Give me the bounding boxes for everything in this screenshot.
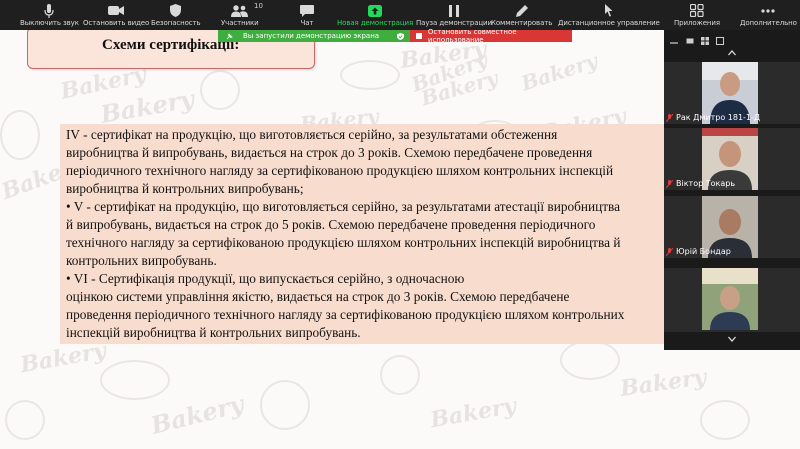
participant-tile[interactable]: Віктор Токарь <box>664 128 800 190</box>
slide-text-line: проведення періодичного технічного нагля… <box>66 307 625 322</box>
remote-control-label: Дистанционное управление <box>558 19 660 27</box>
chat-label: Чат <box>300 19 314 27</box>
stop-share-label: Остановить совместное использование <box>427 28 517 44</box>
bakery-doodle-shape <box>200 70 240 110</box>
participant-video <box>702 268 758 330</box>
pause-share-label: Пауза демонстрации <box>416 19 492 27</box>
participant-tile[interactable]: Юрій Бондар <box>664 196 800 258</box>
slide-text-line: періодичного технічного нагляду за серти… <box>66 163 614 178</box>
bakery-doodle: Bakery <box>428 392 519 434</box>
security-button[interactable]: Безопасность <box>151 0 201 30</box>
participants-icon <box>230 3 250 18</box>
chat-icon <box>297 3 317 18</box>
gallery-header <box>664 30 800 52</box>
slide-bullet-line: • V - сертифікат на продукцію, що вигото… <box>66 199 621 214</box>
muted-mic-icon <box>666 247 673 256</box>
more-label: Дополнительно <box>740 19 797 27</box>
bakery-doodle-shape <box>340 60 400 90</box>
bakery-doodle-shape <box>560 340 620 380</box>
remote-control-icon <box>599 3 619 18</box>
slide-text-line: й випробувань, видається на строк до 5 р… <box>66 217 596 232</box>
participant-name: Віктор Токарь <box>666 179 735 188</box>
speaker-view-icon[interactable] <box>686 37 694 45</box>
slide-bullet-line: • VI - Сертифікація продукції, що випуск… <box>66 271 465 286</box>
slide-text-box: IV - сертифікат на продукцію, що виготов… <box>60 124 680 344</box>
bakery-doodle: Bakery <box>147 389 247 440</box>
slide-text-line: IV - сертифікат на продукцію, що виготов… <box>66 127 558 142</box>
stop-video-button[interactable]: Остановить видео <box>83 0 149 30</box>
meeting-toolbar: Выключить звук Остановить видео Безопасн… <box>0 0 800 30</box>
pause-share-button[interactable]: Пауза демонстрации <box>416 0 492 30</box>
slide-text-line: технічного нагляду за сертифікованою про… <box>66 235 621 250</box>
share-status-bar: Вы запустили демонстрацию экрана Останов… <box>218 28 572 44</box>
stop-share-button[interactable]: Остановить совместное использование <box>410 28 572 44</box>
scroll-up-chevron-icon[interactable] <box>728 50 736 56</box>
strip-view-icon[interactable] <box>716 37 724 45</box>
slide-text-line: контрольних випробувань. <box>66 253 217 268</box>
apps-label: Приложения <box>674 19 720 27</box>
minimize-icon[interactable] <box>670 37 678 45</box>
bakery-doodle: Bakery <box>618 364 708 402</box>
bakery-doodle-shape <box>260 380 310 430</box>
video-gallery-panel: Рак Дмитро 181-1-Д Віктор Токарь Юрій Бо… <box>664 30 800 350</box>
microphone-icon <box>39 3 59 18</box>
bakery-doodle-shape <box>100 360 170 400</box>
shield-check-icon <box>397 32 404 40</box>
muted-mic-icon <box>666 179 673 188</box>
more-icon <box>758 3 778 18</box>
participants-label: Участники <box>221 19 259 27</box>
share-status-indicator: Вы запустили демонстрацию экрана <box>218 30 410 42</box>
bakery-doodle-shape <box>380 355 420 395</box>
bakery-doodle-shape <box>5 400 45 440</box>
mute-button[interactable]: Выключить звук <box>20 0 79 30</box>
pin-icon[interactable] <box>226 32 233 40</box>
apps-button[interactable]: Приложения <box>674 0 720 30</box>
muted-mic-icon <box>666 113 673 122</box>
annotate-button[interactable]: Комментировать <box>491 0 552 30</box>
new-share-label: Новая демонстрация <box>337 19 414 27</box>
bakery-doodle-shape <box>700 400 750 440</box>
remote-control-button[interactable]: Дистанционное управление <box>558 0 660 30</box>
participant-name: Юрій Бондар <box>666 247 731 256</box>
video-camera-icon <box>106 3 126 18</box>
bakery-doodle-shape <box>0 110 40 160</box>
participant-tile[interactable]: Рак Дмитро 181-1-Д <box>664 62 800 124</box>
participants-count-badge: 10 <box>254 2 263 10</box>
mute-label: Выключить звук <box>20 19 79 27</box>
slide-text-line: виробництва й випробувань, видається на … <box>66 145 593 160</box>
apps-icon <box>687 3 707 18</box>
more-button[interactable]: Дополнительно <box>740 0 797 30</box>
share-screen-icon <box>365 3 385 18</box>
pencil-icon <box>512 3 532 18</box>
participant-name: Рак Дмитро 181-1-Д <box>666 113 760 122</box>
slide-text-line: виробництва й контрольних випробувань; <box>66 181 304 196</box>
bakery-doodle: Bakery <box>518 48 601 96</box>
new-share-button[interactable]: Новая демонстрация <box>337 0 413 30</box>
pause-icon <box>444 3 464 18</box>
participants-button[interactable]: Участники <box>221 0 259 30</box>
gallery-view-icon[interactable] <box>701 37 709 45</box>
slide-text-line: інспекцій виробництва й контрольних випр… <box>66 325 361 340</box>
annotate-label: Комментировать <box>491 19 553 27</box>
slide-text-line: оцінкою системи управління якістю, видає… <box>66 289 570 304</box>
chat-button[interactable]: Чат <box>297 0 317 30</box>
scroll-down-chevron-icon[interactable] <box>728 336 736 342</box>
stop-video-label: Остановить видео <box>83 19 150 27</box>
stop-square-icon <box>416 33 422 39</box>
participant-tile[interactable] <box>664 268 800 332</box>
security-label: Безопасность <box>151 19 201 27</box>
shield-icon <box>166 3 186 18</box>
share-status-text: Вы запустили демонстрацию экрана <box>243 32 380 40</box>
